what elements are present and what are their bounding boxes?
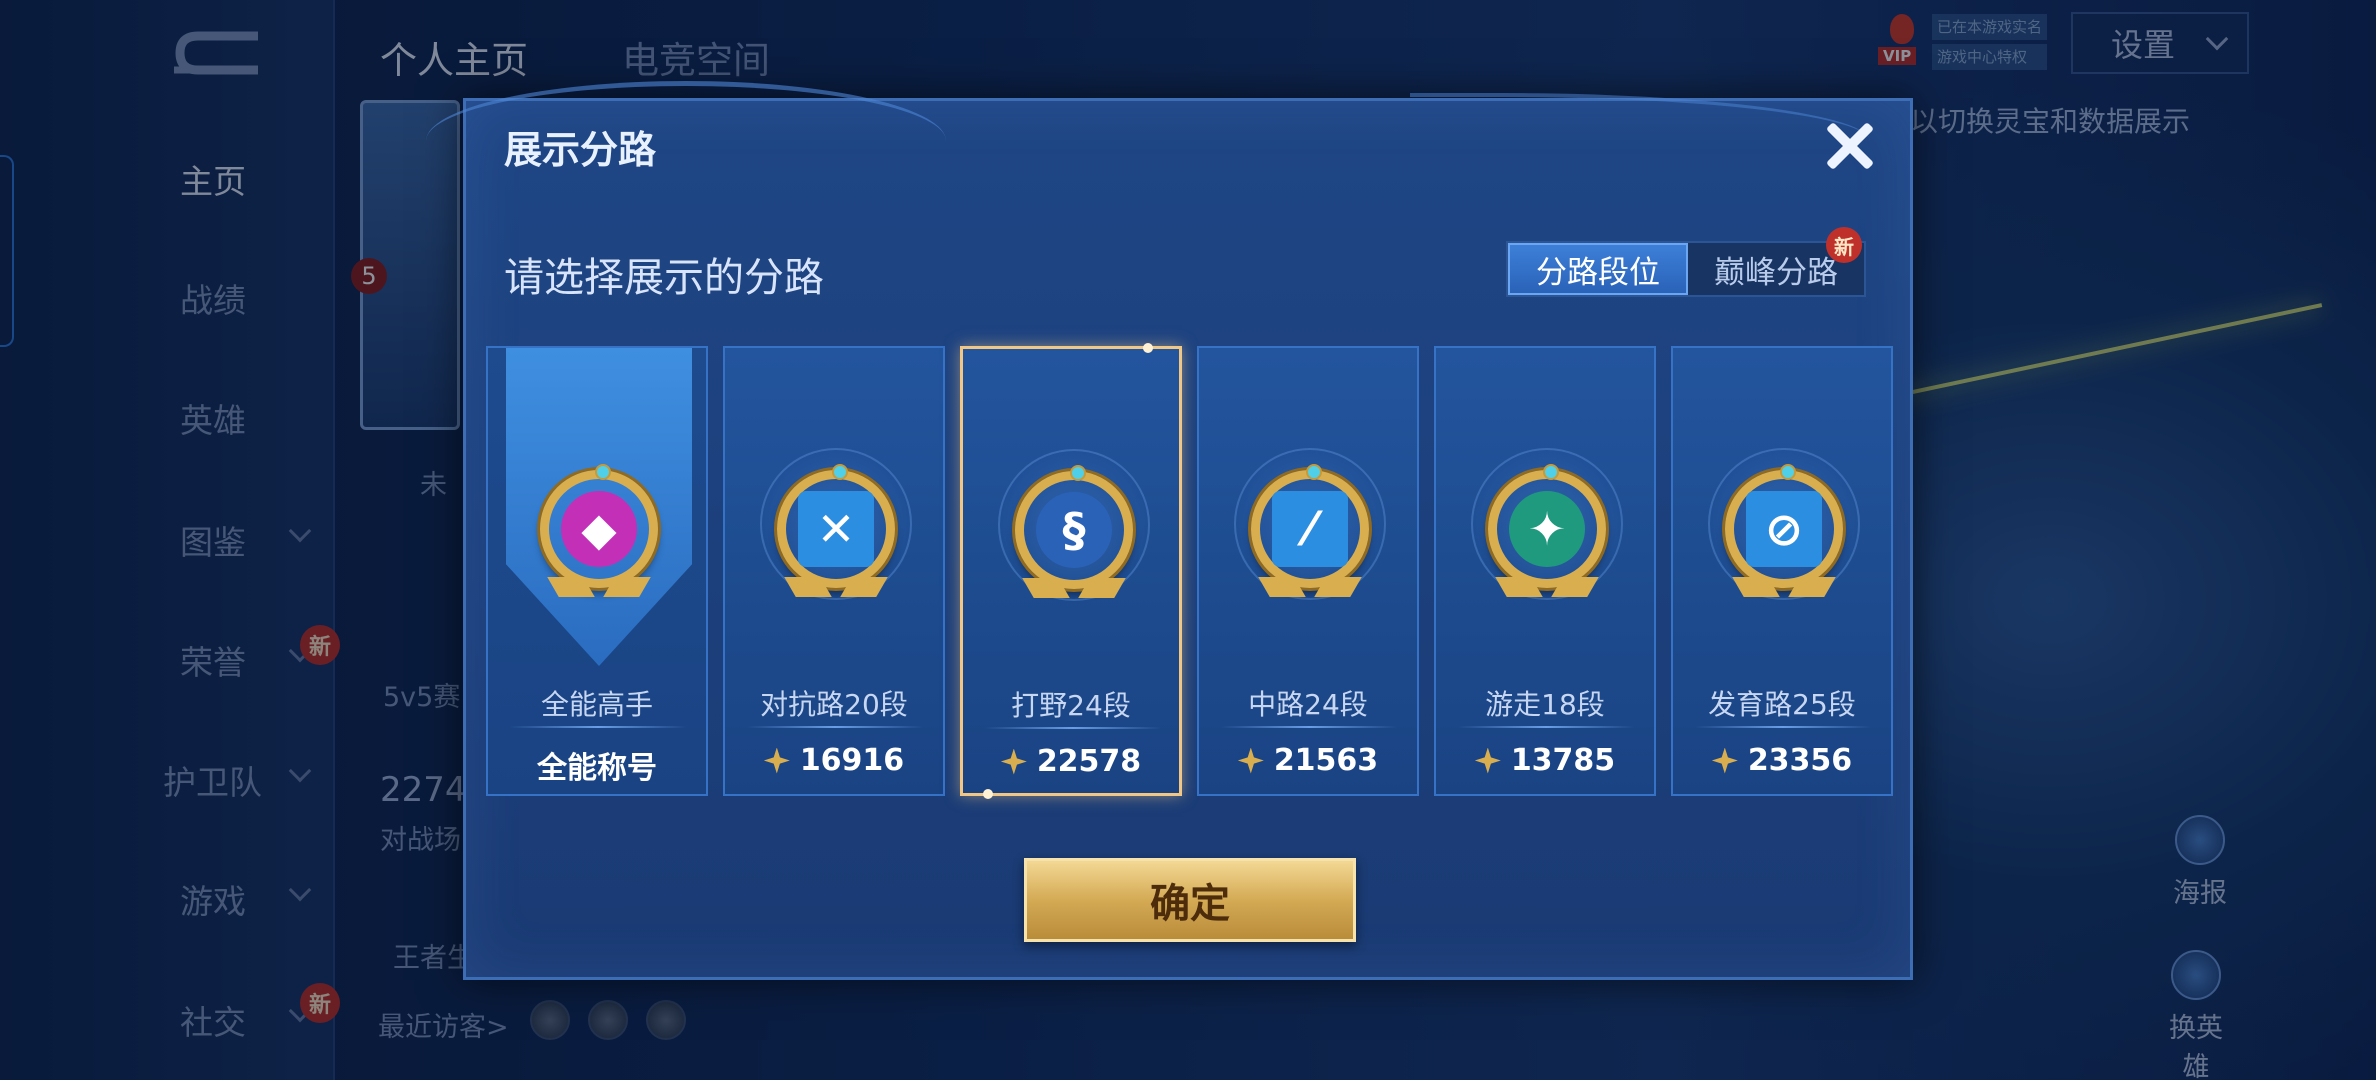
lane-emblem: ⊘ xyxy=(1746,491,1822,567)
wing-icon xyxy=(1732,577,1780,597)
farm-lane-icon: ⊘ xyxy=(1725,464,1843,597)
lane-value-text: 13785 xyxy=(1510,743,1616,778)
lane-value: 13785 xyxy=(1436,743,1654,778)
points-star-icon xyxy=(1237,747,1264,774)
new-badge: 新 xyxy=(1826,227,1862,263)
dialog-subtitle: 请选择展示的分路 xyxy=(504,255,824,301)
all-round-master-icon: ◆ xyxy=(540,464,658,597)
gem-icon xyxy=(1070,465,1086,481)
points-star-icon xyxy=(1711,747,1738,774)
lane-name: 打野24段 xyxy=(1011,689,1131,722)
divider xyxy=(1695,726,1871,728)
lane-name: 中路24段 xyxy=(1248,688,1368,721)
gem-icon xyxy=(595,464,611,480)
jungle-dragon-icon: § xyxy=(1015,465,1133,598)
cloud-ornament xyxy=(1410,93,1870,153)
wing-icon xyxy=(1495,577,1543,597)
wing-icon xyxy=(1551,577,1599,597)
lane-emblem: § xyxy=(1036,492,1112,568)
corner-dot xyxy=(983,789,993,799)
gem-icon xyxy=(1306,464,1322,480)
mid-lane-icon: ⁄ xyxy=(1251,464,1369,597)
lane-value-text: 22578 xyxy=(1036,744,1142,779)
lane-card-clash[interactable]: ✕ 对抗路20段 16916 xyxy=(723,346,945,796)
divider xyxy=(1458,726,1634,728)
gem-icon xyxy=(1543,464,1559,480)
wing-icon xyxy=(1788,577,1836,597)
lane-value-text: 全能称号 xyxy=(537,751,657,786)
lane-card-farm[interactable]: ⊘ 发育路25段 23356 xyxy=(1671,346,1893,796)
roam-wings-icon: ✦ xyxy=(1488,464,1606,597)
lane-emblem: ◆ xyxy=(561,491,637,567)
lane-emblem: ✦ xyxy=(1509,491,1585,567)
points-star-icon xyxy=(1000,748,1027,775)
lane-card-jungle[interactable]: § 打野24段 22578 xyxy=(960,343,1182,799)
lane-name: 对抗路20段 xyxy=(760,688,908,721)
lane-card-all-round[interactable]: ◆ 全能高手 全能称号 xyxy=(486,346,708,796)
divider xyxy=(1221,726,1397,728)
lane-value: 21563 xyxy=(1199,743,1417,778)
segment-switch: 分路段位 巅峰分路 新 xyxy=(1506,227,1866,297)
wing-icon xyxy=(1258,577,1306,597)
lane-name: 全能高手 xyxy=(540,688,653,721)
wing-icon xyxy=(1078,578,1126,598)
app-root: 主页 战绩 英雄 图鉴 荣誉 新 护卫队 游戏 社交 新 个人主页 电竞空间 V… xyxy=(0,0,2376,1080)
divider xyxy=(510,726,686,728)
points-star-icon xyxy=(763,747,790,774)
close-icon[interactable] xyxy=(1818,115,1880,177)
clash-lane-icon: ✕ xyxy=(777,464,895,597)
wing-icon xyxy=(840,577,888,597)
divider xyxy=(985,727,1161,729)
lane-value: 22578 xyxy=(963,744,1179,779)
divider xyxy=(747,726,923,728)
gem-icon xyxy=(1780,464,1796,480)
lane-value: 23356 xyxy=(1673,743,1891,778)
lane-value: 16916 xyxy=(725,743,943,778)
wing-icon xyxy=(1314,577,1362,597)
wing-icon xyxy=(1022,578,1070,598)
wing-icon xyxy=(784,577,832,597)
lane-emblem: ✕ xyxy=(798,491,874,567)
tab-lane-rank[interactable]: 分路段位 xyxy=(1508,243,1688,295)
lane-value-text: 16916 xyxy=(799,743,905,778)
lane-value-text: 21563 xyxy=(1273,743,1379,778)
lane-name: 发育路25段 xyxy=(1708,688,1856,721)
corner-dot xyxy=(1143,343,1153,353)
lane-emblem: ⁄ xyxy=(1272,491,1348,567)
lane-value-text: 23356 xyxy=(1747,743,1853,778)
points-star-icon xyxy=(1474,747,1501,774)
lane-value: 全能称号 xyxy=(488,743,706,787)
lane-name: 游走18段 xyxy=(1485,688,1605,721)
lane-display-dialog: 展示分路 请选择展示的分路 分路段位 巅峰分路 新 ◆ 全能高手 全能称号 ✕ … xyxy=(426,81,1913,980)
confirm-button[interactable]: 确定 xyxy=(1024,858,1356,942)
lane-card-mid[interactable]: ⁄ 中路24段 21563 xyxy=(1197,346,1419,796)
dialog-title: 展示分路 xyxy=(504,128,657,172)
lane-list: ◆ 全能高手 全能称号 ✕ 对抗路20段 16916 § 打野24段 22578… xyxy=(486,343,1896,799)
lane-card-roam[interactable]: ✦ 游走18段 13785 xyxy=(1434,346,1656,796)
gem-icon xyxy=(832,464,848,480)
